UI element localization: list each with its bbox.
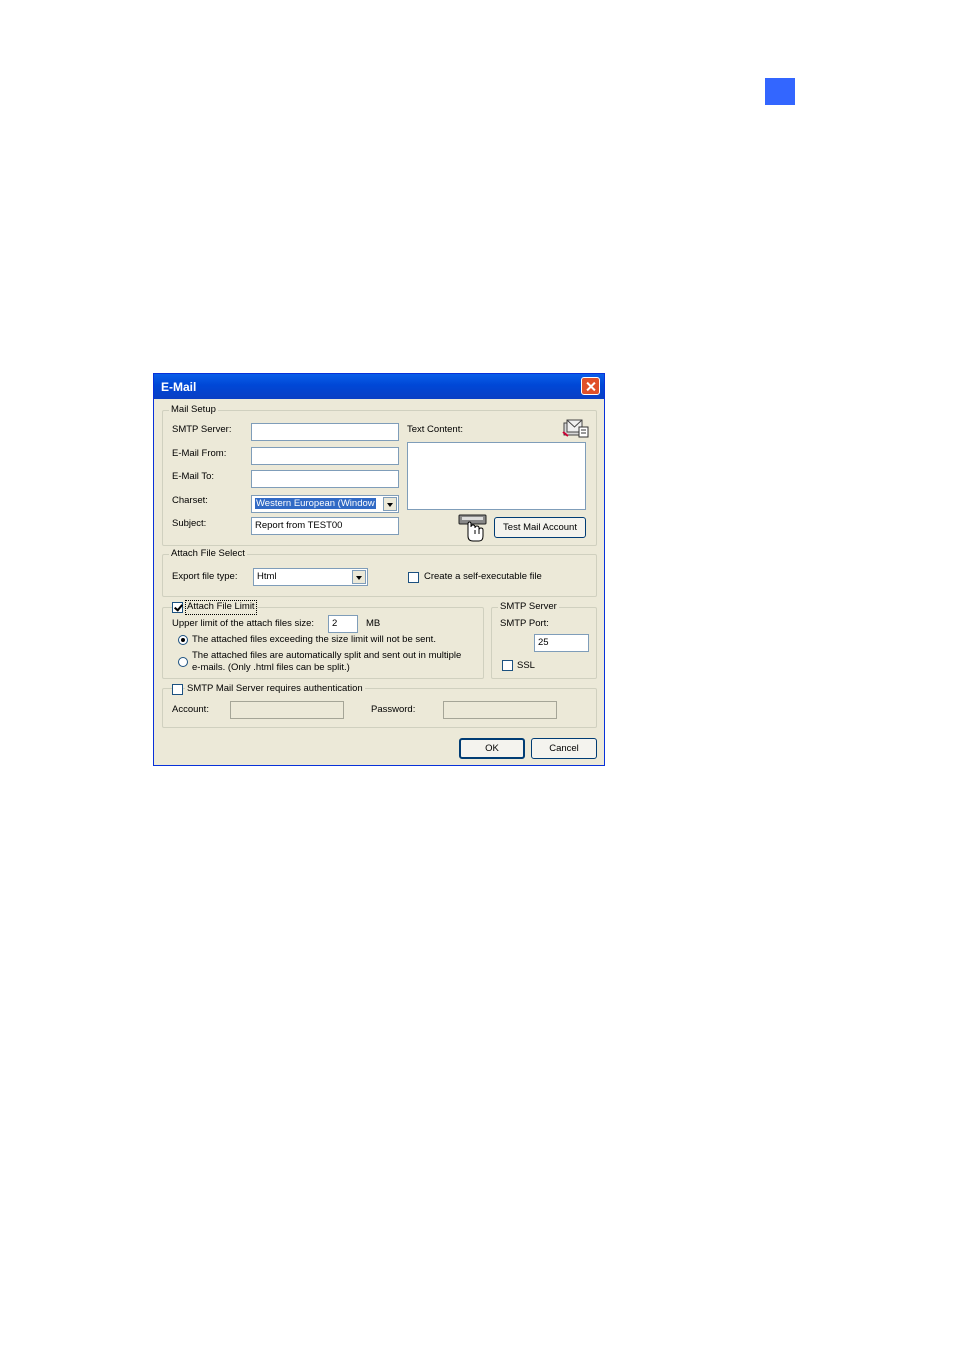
- test-mail-account-button[interactable]: Test Mail Account: [494, 517, 586, 538]
- radio-split[interactable]: [178, 657, 188, 667]
- charset-select[interactable]: Western European (Window: [251, 495, 399, 513]
- upper-limit-input[interactable]: 2: [328, 615, 358, 633]
- option-not-sent-label[interactable]: The attached files exceeding the size li…: [192, 634, 436, 646]
- auth-label-text: SMTP Mail Server requires authentication: [187, 683, 363, 694]
- email-from-label: E-Mail From:: [172, 448, 227, 459]
- upper-limit-label: Upper limit of the attach files size:: [172, 618, 315, 629]
- upper-limit-unit: MB: [366, 618, 381, 629]
- dialog-title: E-Mail: [161, 380, 197, 394]
- charset-label: Charset:: [172, 495, 208, 506]
- attach-file-select-title: Attach File Select: [169, 548, 247, 560]
- option-split-label-line1[interactable]: The attached files are automatically spl…: [192, 650, 461, 662]
- ok-button[interactable]: OK: [459, 738, 525, 759]
- password-label: Password:: [371, 704, 416, 715]
- self-exec-checkbox[interactable]: [408, 572, 419, 583]
- focus-indicator: [185, 600, 257, 615]
- close-button[interactable]: [581, 377, 600, 395]
- smtp-port-label: SMTP Port:: [500, 618, 549, 629]
- email-to-label: E-Mail To:: [172, 471, 215, 482]
- email-dialog: E-Mail Mail Setup SMTP Server: E-Mail Fr…: [153, 373, 605, 766]
- email-from-input[interactable]: [251, 447, 399, 465]
- option-split-label-line2[interactable]: e-mails. (Only .html files can be split.…: [192, 662, 350, 674]
- self-exec-label[interactable]: Create a self-executable file: [424, 571, 542, 583]
- ssl-label[interactable]: SSL: [517, 660, 535, 672]
- charset-value: Western European (Window: [255, 498, 376, 509]
- smtp-port-input[interactable]: 25: [534, 634, 589, 652]
- attach-file-limit-checkbox[interactable]: [172, 602, 183, 613]
- account-label: Account:: [172, 704, 209, 715]
- account-input[interactable]: [230, 701, 344, 719]
- title-bar[interactable]: E-Mail: [154, 374, 604, 399]
- text-content-textarea[interactable]: [407, 442, 586, 510]
- subject-label: Subject:: [172, 518, 207, 529]
- smtp-server-group-title: SMTP Server: [498, 601, 559, 613]
- hand-pointer-icon[interactable]: [457, 513, 489, 543]
- page-marker: [765, 78, 795, 105]
- chevron-down-icon[interactable]: [352, 570, 366, 584]
- chevron-down-icon[interactable]: [383, 497, 397, 511]
- cancel-button[interactable]: Cancel: [531, 738, 597, 759]
- subject-input[interactable]: Report from TEST00: [251, 517, 399, 535]
- mail-envelope-icon[interactable]: [562, 418, 590, 440]
- export-type-select[interactable]: Html: [253, 568, 368, 586]
- export-type-label: Export file type:: [172, 571, 238, 582]
- export-type-value: Html: [257, 571, 277, 582]
- password-input[interactable]: [443, 701, 557, 719]
- radio-not-sent[interactable]: [178, 635, 188, 645]
- auth-label[interactable]: SMTP Mail Server requires authentication: [185, 683, 365, 695]
- ssl-checkbox[interactable]: [502, 660, 513, 671]
- smtp-server-label: SMTP Server:: [172, 424, 232, 435]
- mail-setup-title: Mail Setup: [169, 404, 218, 416]
- smtp-server-input[interactable]: [251, 423, 399, 441]
- email-to-input[interactable]: [251, 470, 399, 488]
- text-content-label: Text Content:: [407, 424, 463, 435]
- auth-checkbox[interactable]: [172, 684, 183, 695]
